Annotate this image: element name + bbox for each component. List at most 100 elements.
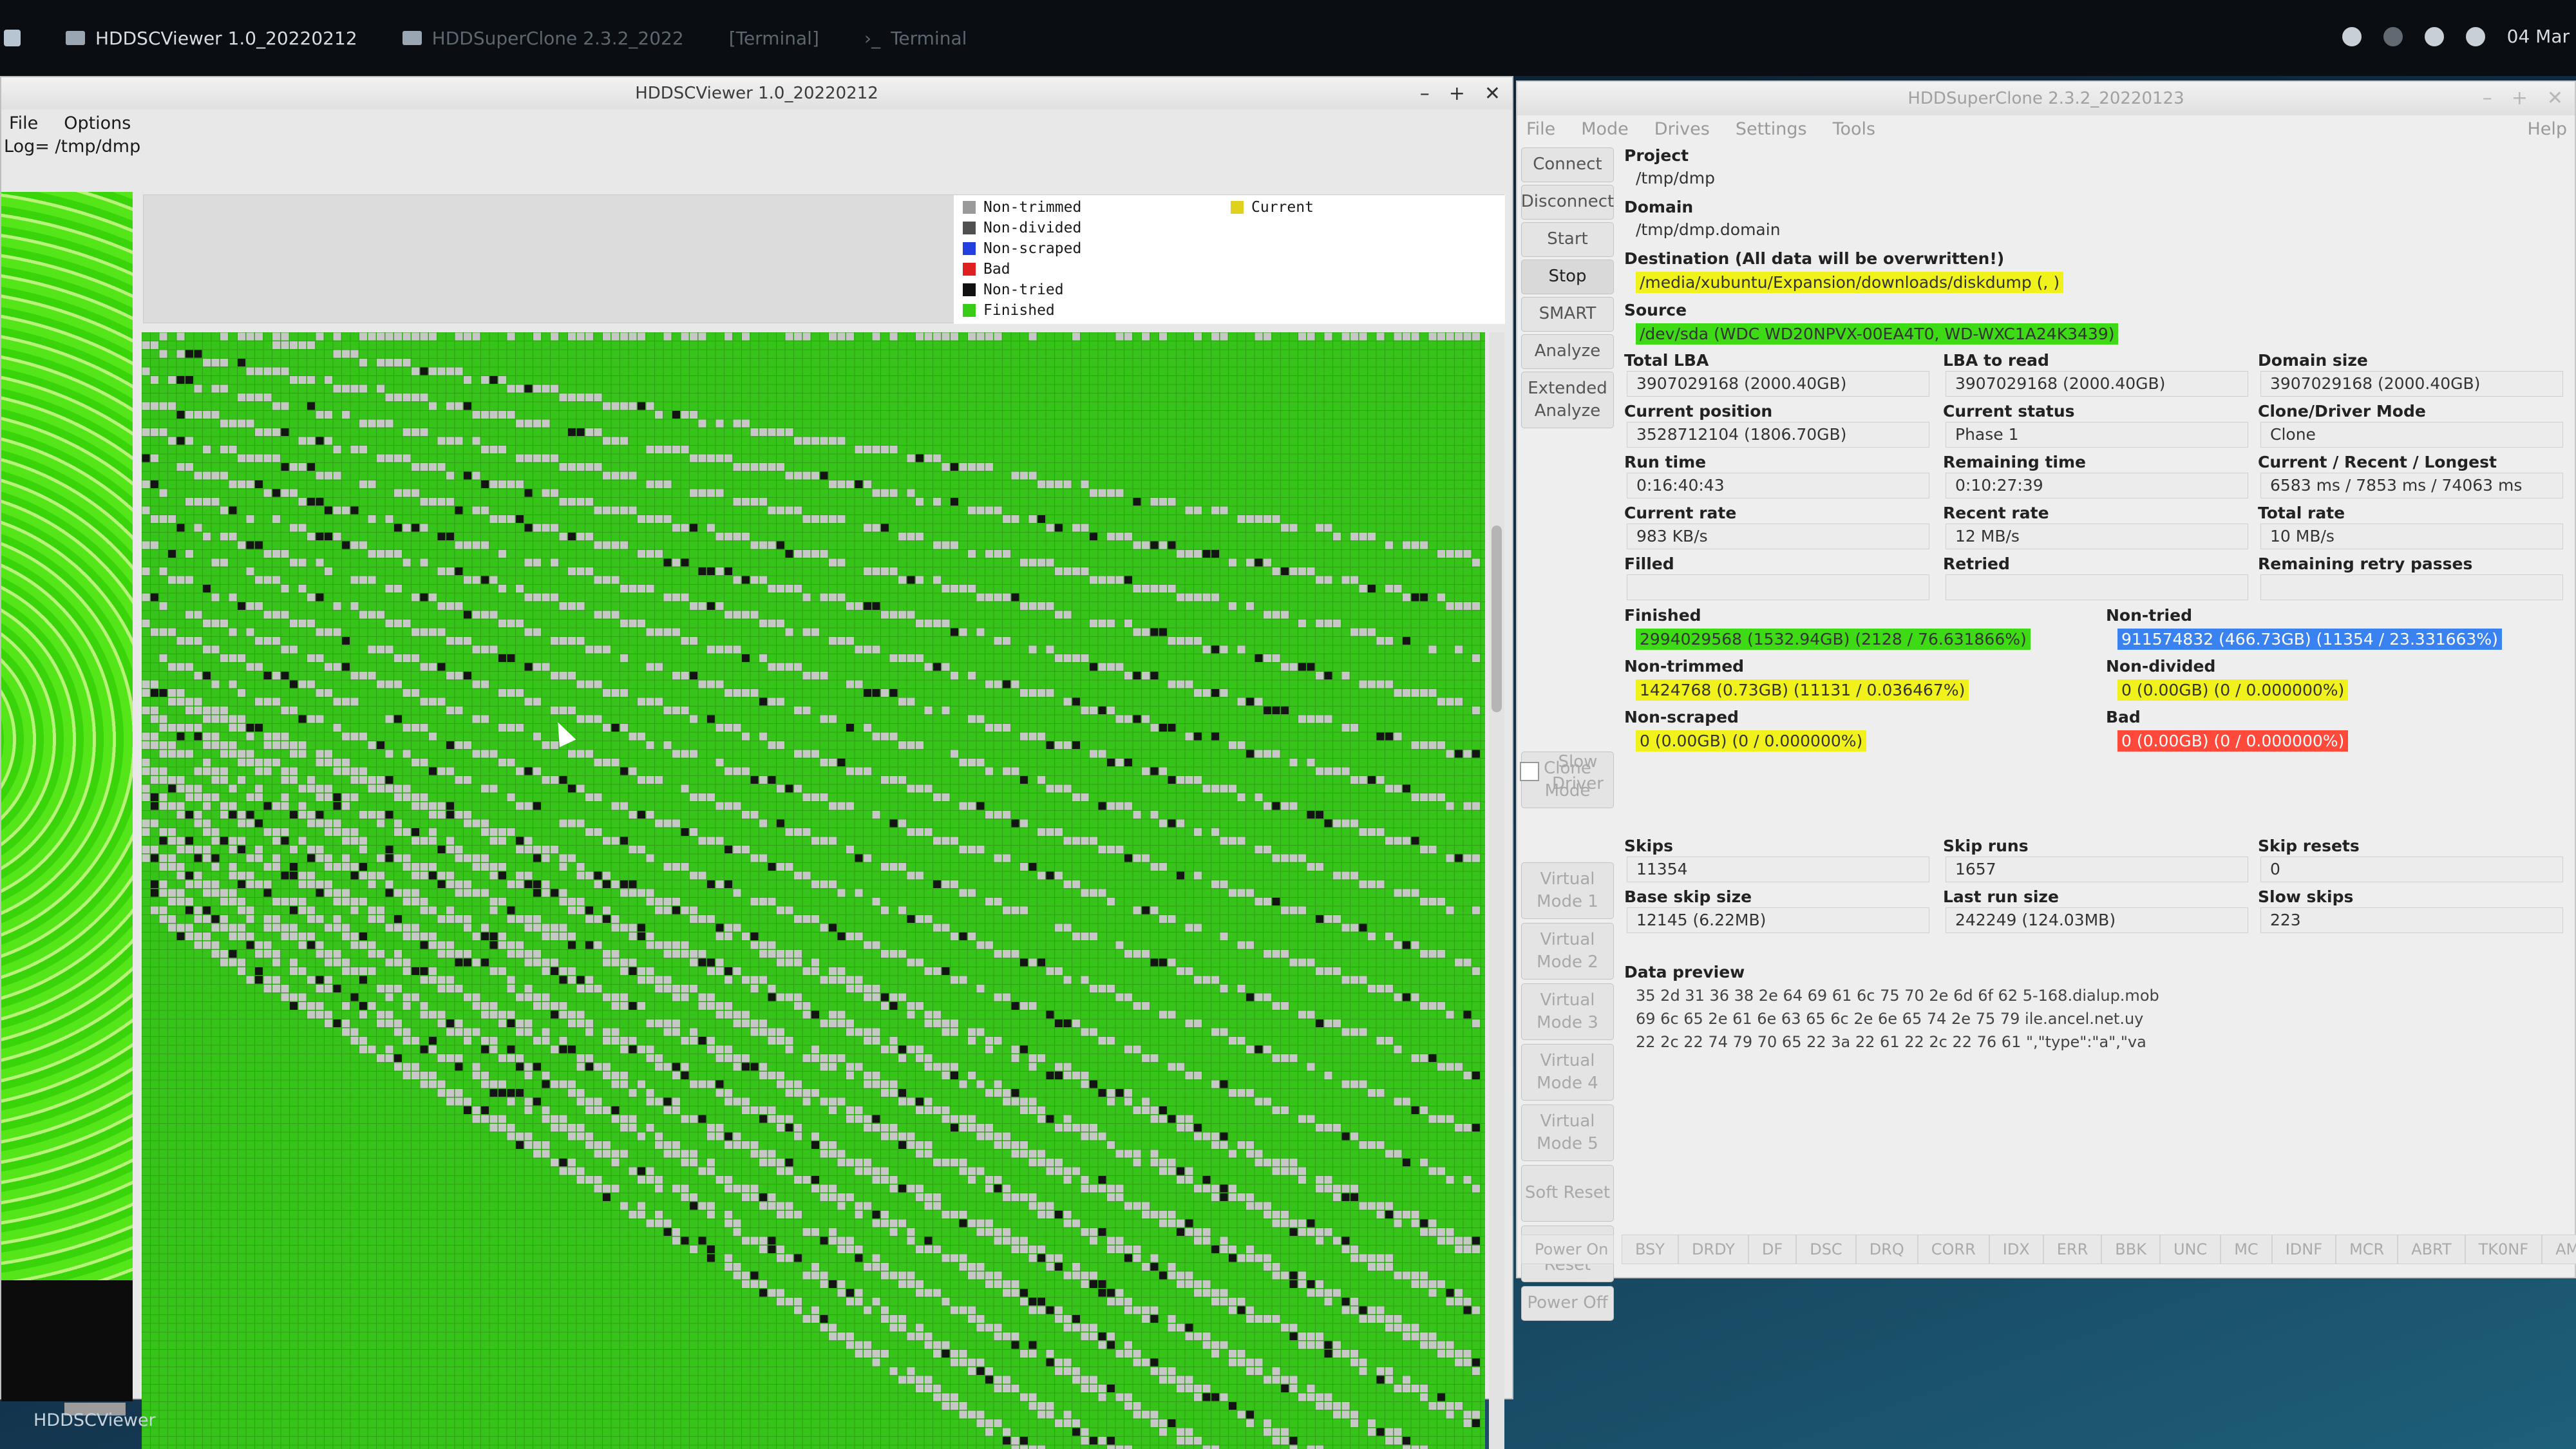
- disconnect-button[interactable]: Disconnect: [1521, 185, 1614, 220]
- nontrimmed-cell: [550, 775, 558, 784]
- nontrimmed-cell: [1428, 332, 1437, 341]
- nontrimmed-cell: [194, 793, 202, 801]
- nontrimmed-cell: [359, 845, 367, 853]
- soft-reset-button[interactable]: Soft Reset: [1521, 1165, 1614, 1222]
- scrollbar[interactable]: [1489, 332, 1504, 1449]
- stop-button[interactable]: Stop: [1521, 260, 1614, 294]
- nontrimmed-cell: [159, 914, 167, 923]
- minimize-icon[interactable]: –: [1420, 82, 1430, 105]
- nontrimmed-cell: [567, 532, 576, 540]
- smart-button[interactable]: SMART: [1521, 297, 1614, 332]
- nontrimmed-cell: [507, 828, 515, 836]
- nontrimmed-cell: [176, 723, 185, 732]
- taskbar-item-viewer[interactable]: HDDSCViewer 1.0_20220212: [66, 28, 357, 49]
- connect-button[interactable]: Connect: [1521, 147, 1614, 182]
- menu-file[interactable]: File: [9, 113, 38, 133]
- nontrimmed-cell: [411, 862, 419, 871]
- nontrimmed-cell: [202, 914, 211, 923]
- menu-options[interactable]: Options: [64, 113, 131, 133]
- nontrimmed-cell: [281, 367, 289, 375]
- nontrimmed-cell: [820, 1193, 828, 1201]
- nontrimmed-cell: [976, 1227, 985, 1236]
- nontrimmed-cell: [1098, 489, 1106, 497]
- nontrimmed-cell: [855, 1028, 863, 1036]
- minimize-icon[interactable]: –: [2483, 87, 2492, 109]
- nontrimmed-cell: [898, 1271, 906, 1280]
- maximize-icon[interactable]: +: [1449, 82, 1465, 105]
- nontried-cell: [646, 889, 654, 897]
- nontrimmed-cell: [1394, 1150, 1402, 1158]
- taskbar-item-terminal-2[interactable]: ›_ Terminal: [864, 28, 967, 49]
- checkbox-icon[interactable]: [1520, 762, 1539, 781]
- virtual-mode-3-button[interactable]: Virtual Mode 3: [1521, 983, 1614, 1040]
- power-icon[interactable]: [2424, 26, 2444, 46]
- volume-icon[interactable]: [2465, 26, 2485, 46]
- start-button[interactable]: Start: [1521, 222, 1614, 257]
- network-icon[interactable]: [2383, 26, 2403, 46]
- sector-map-grid[interactable]: [142, 332, 1485, 1449]
- nontried-cell: [402, 854, 411, 862]
- nontrimmed-cell: [472, 471, 480, 480]
- stat-value-field: 12145 (6.22MB): [1627, 907, 1929, 933]
- nontrimmed-cell: [907, 1236, 915, 1245]
- nontrimmed-cell: [1315, 1123, 1323, 1132]
- nontried-cell: [898, 1184, 906, 1193]
- power-off-button[interactable]: Power Off: [1521, 1286, 1614, 1321]
- nontrimmed-cell: [950, 1019, 958, 1027]
- viewer-titlebar[interactable]: HDDSCViewer 1.0_20220212 – + ✕: [1, 77, 1512, 109]
- menu-settings[interactable]: Settings: [1736, 119, 1807, 139]
- close-icon[interactable]: ✕: [1484, 82, 1501, 105]
- menu-help[interactable]: Help: [2527, 119, 2567, 139]
- nontrimmed-cell: [1463, 854, 1472, 862]
- nontrimmed-cell: [368, 784, 376, 793]
- menu-drives[interactable]: Drives: [1654, 119, 1710, 139]
- nontrimmed-cell: [681, 1063, 689, 1071]
- menu-file[interactable]: File: [1526, 119, 1555, 139]
- menu-tools[interactable]: Tools: [1833, 119, 1876, 139]
- virtual-mode-5-button[interactable]: Virtual Mode 5: [1521, 1104, 1614, 1161]
- virtual-mode-1-button[interactable]: Virtual Mode 1: [1521, 862, 1614, 919]
- analyze-button[interactable]: Analyze: [1521, 334, 1614, 369]
- nontrimmed-cell: [533, 1001, 541, 1010]
- close-icon[interactable]: ✕: [2547, 87, 2563, 109]
- nontrimmed-cell: [1220, 332, 1228, 341]
- nontrimmed-cell: [889, 1088, 898, 1097]
- clone-titlebar[interactable]: HDDSuperClone 2.3.2_20220123 – + ✕: [1517, 82, 2575, 115]
- slow-driver-checkbox[interactable]: Slow Driver: [1520, 752, 1613, 802]
- nontrimmed-cell: [1359, 332, 1367, 341]
- nontrimmed-cell: [567, 1045, 576, 1054]
- nontrimmed-cell: [793, 871, 802, 880]
- taskbar-item-superclone[interactable]: HDDSuperClone 2.3.2_2022: [402, 28, 684, 49]
- nontrimmed-cell: [724, 967, 732, 975]
- nontrimmed-cell: [672, 628, 680, 636]
- nontrimmed-cell: [1054, 828, 1063, 836]
- nontrimmed-cell: [307, 871, 315, 880]
- nontrimmed-cell: [480, 1080, 489, 1088]
- nontrimmed-cell: [1428, 949, 1437, 958]
- maximize-icon[interactable]: +: [2512, 87, 2528, 109]
- virtual-mode-2-button[interactable]: Virtual Mode 2: [1521, 923, 1614, 980]
- nontrimmed-cell: [1289, 1332, 1298, 1340]
- nontrimmed-cell: [237, 480, 245, 488]
- stat-value-field: 3907029168 (2000.40GB): [1627, 371, 1929, 397]
- nontrimmed-cell: [1002, 1384, 1010, 1392]
- scrollbar-thumb[interactable]: [1492, 526, 1502, 712]
- stat-value: 1657: [1955, 860, 1996, 878]
- taskbar-item-terminal-1[interactable]: [Terminal]: [729, 28, 819, 49]
- extended-analyze-button[interactable]: Extended Analyze: [1521, 372, 1614, 428]
- nontrimmed-cell: [872, 1175, 880, 1184]
- nontrimmed-cell: [1124, 1254, 1132, 1262]
- bell-icon[interactable]: [2342, 26, 2362, 46]
- app-menu-icon[interactable]: [0, 30, 21, 46]
- power-on-button[interactable]: Power On: [1521, 1235, 1614, 1264]
- nontried-cell: [498, 549, 506, 558]
- virtual-mode-4-button[interactable]: Virtual Mode 4: [1521, 1044, 1614, 1101]
- nontrimmed-cell: [176, 332, 185, 341]
- nontrimmed-cell: [689, 332, 697, 341]
- nontrimmed-cell: [298, 741, 307, 749]
- nontrimmed-cell: [802, 828, 811, 836]
- nontrimmed-cell: [1359, 775, 1367, 784]
- menu-mode[interactable]: Mode: [1581, 119, 1629, 139]
- nontried-cell: [872, 688, 880, 697]
- clock[interactable]: 04 Mar: [2507, 26, 2570, 47]
